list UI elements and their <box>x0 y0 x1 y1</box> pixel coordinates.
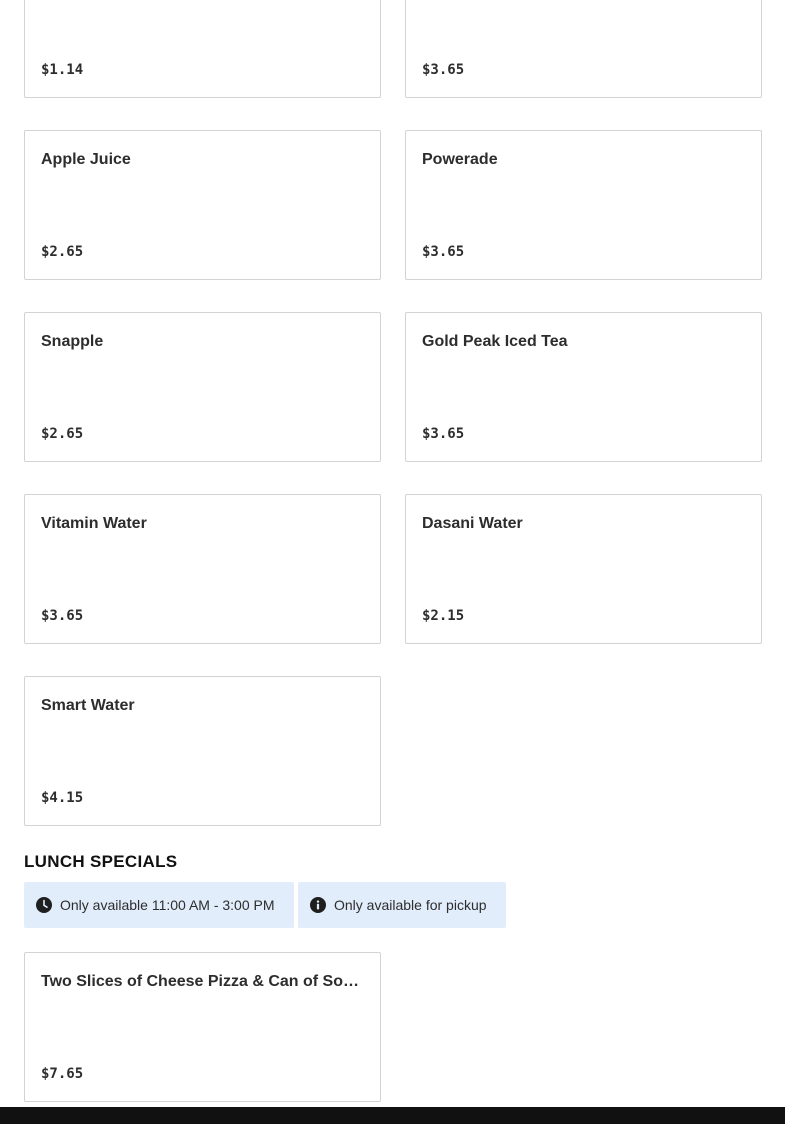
info-icon <box>310 897 326 913</box>
menu-item-card[interactable]: Apple Juice $2.65 <box>24 130 381 280</box>
menu-item-card[interactable]: Smart Water $4.15 <box>24 676 381 826</box>
clock-icon <box>36 897 52 913</box>
menu-item-card[interactable]: $1.14 <box>24 0 381 98</box>
item-price: $3.65 <box>422 426 465 442</box>
item-name: Gold Peak Iced Tea <box>422 333 568 350</box>
availability-hours-notice: Only available 11:00 AM - 3:00 PM <box>24 882 294 928</box>
item-price: $3.65 <box>422 244 465 260</box>
pickup-only-notice: Only available for pickup <box>298 882 506 928</box>
item-price: $4.15 <box>41 790 84 806</box>
menu-item-card[interactable]: Snapple $2.65 <box>24 312 381 462</box>
menu-item-card[interactable]: $3.65 <box>405 0 762 98</box>
hours-notice-text: Only available 11:00 AM - 3:00 PM <box>60 897 275 913</box>
item-price: $3.65 <box>41 608 84 624</box>
item-name: Vitamin Water <box>41 515 147 532</box>
menu-item-card[interactable]: Two Slices of Cheese Pizza & Can of Soda… <box>24 952 381 1102</box>
item-name: Apple Juice <box>41 151 131 168</box>
bottom-bar <box>0 1107 785 1124</box>
item-name: Two Slices of Cheese Pizza & Can of Soda… <box>41 973 366 990</box>
menu-item-card[interactable]: Gold Peak Iced Tea $3.65 <box>405 312 762 462</box>
menu-item-card[interactable]: Dasani Water $2.15 <box>405 494 762 644</box>
item-price: $2.65 <box>41 426 84 442</box>
item-price: $2.15 <box>422 608 465 624</box>
item-name: Powerade <box>422 151 498 168</box>
item-price: $1.14 <box>41 62 84 78</box>
menu-page: $1.14 $3.65 Apple Juice $2.65 Powerade $… <box>0 0 785 1124</box>
item-price: $3.65 <box>422 62 465 78</box>
section-title-lunch-specials: LUNCH SPECIALS <box>24 852 178 871</box>
item-name: Dasani Water <box>422 515 523 532</box>
menu-item-card[interactable]: Powerade $3.65 <box>405 130 762 280</box>
item-name: Snapple <box>41 333 104 350</box>
pickup-notice-text: Only available for pickup <box>334 897 487 913</box>
menu-item-card[interactable]: Vitamin Water $3.65 <box>24 494 381 644</box>
item-price: $2.65 <box>41 244 84 260</box>
item-price: $7.65 <box>41 1066 84 1082</box>
item-name: Smart Water <box>41 697 135 714</box>
